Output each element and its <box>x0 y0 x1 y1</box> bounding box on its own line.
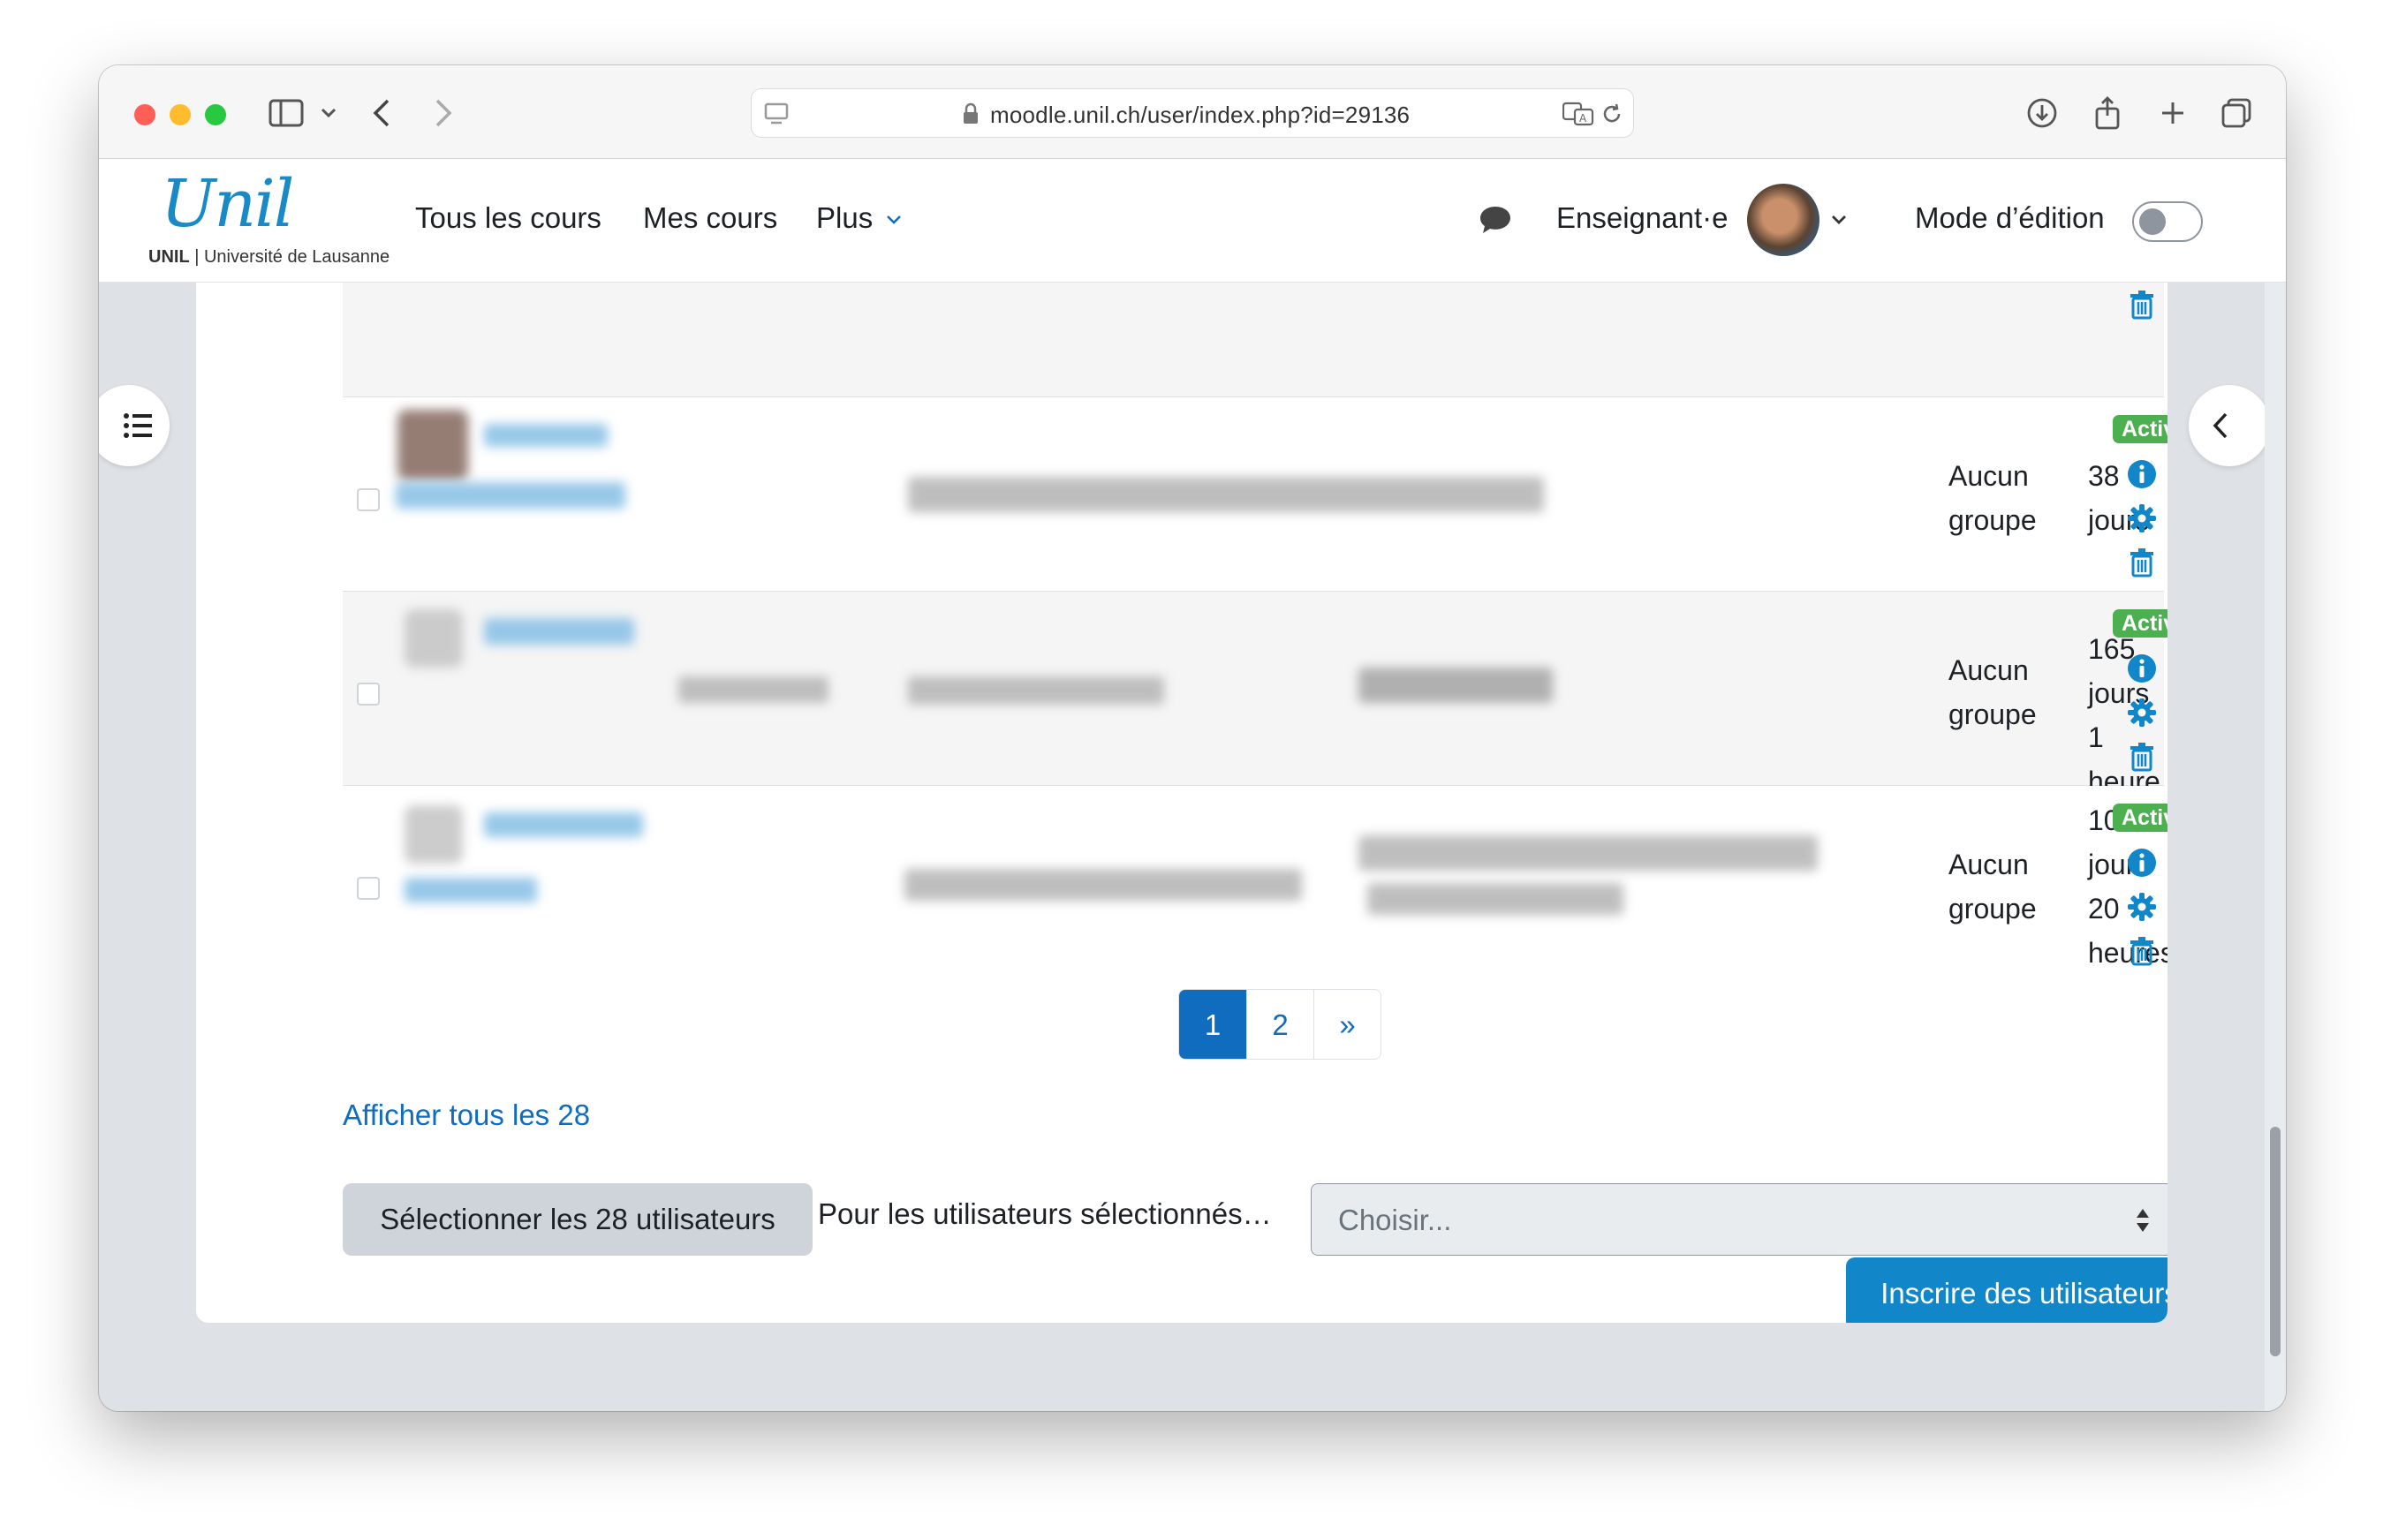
user-name-link[interactable] <box>484 424 608 447</box>
gear-icon[interactable] <box>2127 503 2157 533</box>
close-window-button[interactable] <box>134 104 155 125</box>
user-name-link[interactable] <box>484 812 643 837</box>
select-placeholder: Choisir... <box>1338 1204 1452 1236</box>
trash-icon[interactable] <box>2127 547 2157 578</box>
table-row <box>343 283 2164 397</box>
user-roles <box>1358 668 1553 703</box>
chevron-left-icon <box>2213 412 2228 439</box>
reload-icon[interactable] <box>1600 102 1624 131</box>
scrollbar-thumb[interactable] <box>2270 1127 2281 1356</box>
user-email <box>904 869 1302 901</box>
user-picture[interactable] <box>397 410 468 480</box>
bulk-action-select[interactable]: Choisir... <box>1311 1183 2167 1256</box>
nav-my-courses[interactable]: Mes cours <box>643 201 777 235</box>
zoom-window-button[interactable] <box>205 104 226 125</box>
new-tab-icon[interactable] <box>2155 95 2190 131</box>
share-icon[interactable] <box>2090 95 2125 131</box>
status-badge: Active <box>2113 415 2167 443</box>
gear-icon[interactable] <box>2127 892 2157 922</box>
chevron-down-icon <box>887 215 902 225</box>
back-icon[interactable] <box>364 95 399 131</box>
chevron-down-icon[interactable] <box>311 95 346 131</box>
forward-icon[interactable] <box>426 95 461 131</box>
trash-icon[interactable] <box>2127 742 2157 772</box>
nav-all-courses[interactable]: Tous les cours <box>415 201 601 235</box>
logo-subtitle: UNIL | Université de Lausanne <box>148 247 390 267</box>
role-label: Enseignant·e <box>1556 201 1729 234</box>
row-checkbox[interactable] <box>357 488 380 511</box>
course-index-button[interactable] <box>99 385 170 466</box>
sidebar-toggle-icon[interactable] <box>269 95 304 131</box>
participants-card: Aucungroupe 38jours Active Aucungroupe 1… <box>196 283 2167 1323</box>
avatar[interactable] <box>1747 184 1819 256</box>
info-icon[interactable] <box>2127 459 2157 489</box>
minimize-window-button[interactable] <box>170 104 191 125</box>
user-name-link[interactable] <box>484 618 634 645</box>
group-cell: Aucun groupe <box>1948 654 2037 730</box>
svg-text:A: A <box>1579 112 1587 125</box>
for-selected-label: Pour les utilisateurs sélectionnés… <box>818 1197 1272 1230</box>
block-drawer-button[interactable] <box>2189 385 2270 466</box>
pagination: 1 2 » <box>1178 989 1381 1060</box>
url-text: moodle.unil.ch/user/index.php?id=29136 <box>990 102 1411 128</box>
select-arrows-icon <box>2137 1209 2149 1232</box>
table-row: Aucungroupe 38jours Active <box>343 397 2167 592</box>
status-badge: Active <box>2113 609 2167 638</box>
lock-icon <box>962 102 980 130</box>
user-email <box>908 477 1544 512</box>
toggle-knob <box>2139 208 2166 235</box>
page-settings-icon[interactable] <box>764 102 789 131</box>
page-2-button[interactable]: 2 <box>1246 990 1313 1059</box>
user-roles <box>1358 835 1818 871</box>
unil-logo[interactable]: Unil <box>161 166 294 242</box>
table-row: Aucungroupe 106jours20heures Active <box>343 786 2167 980</box>
messages-icon[interactable] <box>1479 205 1512 239</box>
select-all-button[interactable]: Sélectionner les 28 utilisateurs <box>343 1183 813 1256</box>
nav-more-label: Plus <box>816 201 874 234</box>
info-icon[interactable] <box>2127 848 2157 878</box>
row-checkbox[interactable] <box>357 877 380 900</box>
page-1-button[interactable]: 1 <box>1179 990 1246 1059</box>
show-all-link[interactable]: Afficher tous les 28 <box>343 1098 590 1132</box>
user-idnumber <box>678 676 828 703</box>
browser-toolbar: moodle.unil.ch/user/index.php?id=29136 A <box>99 65 2286 159</box>
edit-mode-toggle[interactable] <box>2132 201 2203 242</box>
translate-icon[interactable]: A <box>1562 102 1594 131</box>
table-row: Aucungroupe 165jours 1heure Active <box>343 592 2167 797</box>
group-cell: Aucun groupe <box>1948 849 2037 925</box>
group-cell: Aucun groupe <box>1948 460 2037 536</box>
info-icon[interactable] <box>2127 653 2157 683</box>
user-roles <box>1367 883 1623 915</box>
user-name-link[interactable] <box>396 482 625 509</box>
enrol-users-button[interactable]: Inscrire des utilisateurs <box>1846 1257 2167 1323</box>
trash-icon[interactable] <box>2127 290 2157 320</box>
tab-overview-icon[interactable] <box>2219 95 2254 131</box>
user-email <box>908 676 1164 705</box>
address-bar[interactable]: moodle.unil.ch/user/index.php?id=29136 A <box>751 88 1634 138</box>
status-badge: Active <box>2113 804 2167 832</box>
user-name-link[interactable] <box>405 878 537 902</box>
user-menu-chevron-icon[interactable] <box>1830 214 1848 230</box>
edit-mode-label: Mode d’édition <box>1915 201 2105 234</box>
user-picture[interactable] <box>405 609 463 668</box>
user-picture[interactable] <box>405 805 463 864</box>
downloads-icon[interactable] <box>2024 95 2060 131</box>
browser-window: moodle.unil.ch/user/index.php?id=29136 A… <box>99 65 2286 1411</box>
next-page-button[interactable]: » <box>1313 990 1381 1059</box>
row-checkbox[interactable] <box>357 683 380 706</box>
list-icon <box>124 413 152 438</box>
trash-icon[interactable] <box>2127 936 2157 966</box>
nav-more[interactable]: Plus <box>816 201 902 235</box>
gear-icon[interactable] <box>2127 698 2157 728</box>
site-navbar: Unil UNIL | Université de Lausanne Tous … <box>99 159 2286 283</box>
